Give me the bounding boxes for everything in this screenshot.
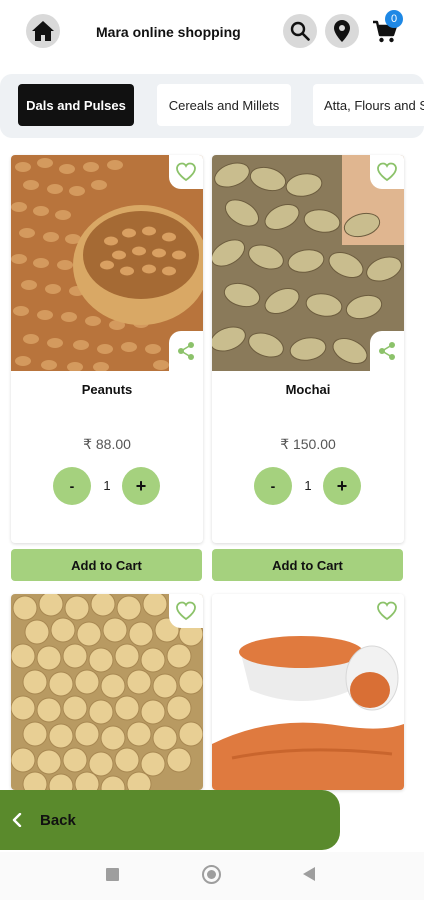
heart-icon bbox=[377, 601, 397, 621]
recents-icon[interactable] bbox=[106, 868, 119, 881]
product-price: ₹ 150.00 bbox=[280, 436, 336, 452]
quantity-value: 1 bbox=[103, 478, 111, 493]
location-button[interactable] bbox=[325, 14, 359, 48]
product-name: Peanuts bbox=[81, 382, 133, 397]
search-button[interactable] bbox=[283, 14, 317, 48]
quantity-stepper: - 1 + bbox=[212, 467, 404, 505]
chevron-left-icon bbox=[10, 813, 24, 827]
quantity-value: 1 bbox=[304, 478, 312, 493]
share-icon bbox=[178, 342, 194, 360]
home-nav-icon[interactable] bbox=[202, 865, 221, 884]
wishlist-button[interactable] bbox=[169, 155, 203, 189]
wishlist-button[interactable] bbox=[370, 155, 404, 189]
share-button[interactable] bbox=[169, 331, 203, 371]
wishlist-button[interactable] bbox=[370, 594, 404, 628]
quantity-stepper: - 1 + bbox=[11, 467, 203, 505]
home-button[interactable] bbox=[26, 14, 60, 48]
product-image[interactable] bbox=[212, 155, 404, 371]
back-label: Back bbox=[40, 811, 76, 829]
app-header: Mara online shopping 0 bbox=[0, 0, 424, 64]
decrease-quantity-button[interactable]: - bbox=[254, 467, 292, 505]
share-button[interactable] bbox=[370, 331, 404, 371]
increase-quantity-button[interactable]: + bbox=[122, 467, 160, 505]
heart-icon bbox=[176, 601, 196, 621]
share-icon bbox=[379, 342, 395, 360]
product-name: Mochai bbox=[285, 382, 331, 397]
heart-icon bbox=[377, 162, 397, 182]
product-card bbox=[212, 594, 404, 790]
wishlist-button[interactable] bbox=[169, 594, 203, 628]
add-to-cart-button[interactable]: Add to Cart bbox=[212, 549, 403, 581]
product-card: Peanuts ₹ 88.00 - 1 + bbox=[11, 155, 203, 543]
product-price: ₹ 88.00 bbox=[83, 436, 131, 452]
product-card: Mochai ₹ 150.00 - 1 + bbox=[212, 155, 404, 543]
system-navigation-bar bbox=[0, 852, 424, 900]
product-image[interactable] bbox=[212, 594, 404, 790]
cart-count-badge: 0 bbox=[385, 10, 403, 28]
category-tab-dals-and-pulses[interactable]: Dals and Pulses bbox=[18, 84, 134, 126]
decrease-quantity-button[interactable]: - bbox=[53, 467, 91, 505]
product-image[interactable] bbox=[11, 594, 203, 790]
product-image[interactable] bbox=[11, 155, 203, 371]
search-icon bbox=[290, 21, 310, 41]
location-icon bbox=[334, 20, 350, 42]
back-button[interactable]: Back bbox=[0, 790, 340, 850]
back-nav-icon[interactable] bbox=[303, 867, 315, 881]
category-tab-atta-flours[interactable]: Atta, Flours and S bbox=[313, 84, 424, 126]
home-icon bbox=[32, 21, 54, 41]
increase-quantity-button[interactable]: + bbox=[323, 467, 361, 505]
category-tabs: Dals and Pulses Cereals and Millets Atta… bbox=[0, 74, 424, 138]
app-title: Mara online shopping bbox=[96, 24, 241, 40]
category-tab-cereals-and-millets[interactable]: Cereals and Millets bbox=[157, 84, 291, 126]
product-card bbox=[11, 594, 203, 790]
add-to-cart-button[interactable]: Add to Cart bbox=[11, 549, 202, 581]
heart-icon bbox=[176, 162, 196, 182]
